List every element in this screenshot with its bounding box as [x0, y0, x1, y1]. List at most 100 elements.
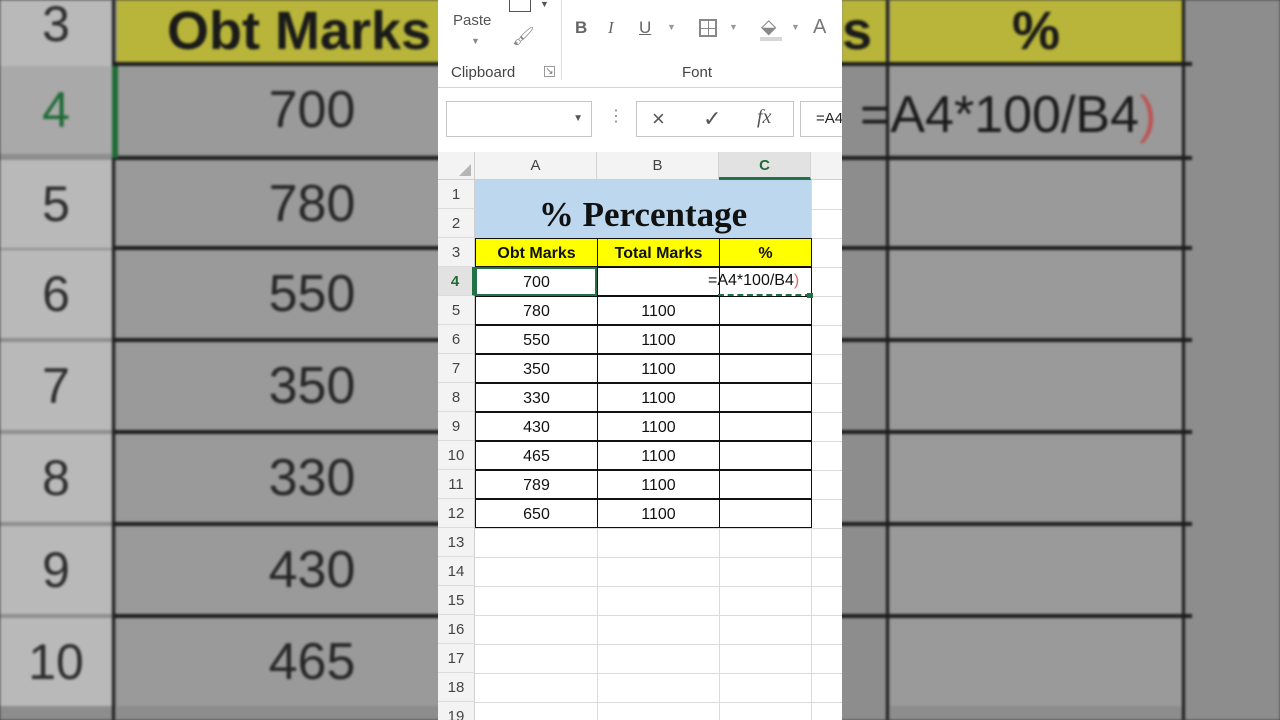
ribbon: Paste ▼ ▼ 🖌 Clipboard ↘ B I U ▼ ▼ ⬙ ▼ A …	[438, 0, 842, 88]
row-header[interactable]: 2	[438, 209, 475, 238]
table-cell[interactable]: 350	[475, 354, 598, 383]
table-cell[interactable]: 1100	[597, 383, 720, 412]
header-cell[interactable]: %	[719, 238, 812, 267]
row-header[interactable]: 6	[438, 325, 475, 354]
table-cell[interactable]: 1100	[597, 499, 720, 528]
paste-button[interactable]: Paste	[453, 12, 491, 29]
bg-cell-percent	[890, 160, 1182, 248]
row-header[interactable]: 16	[438, 615, 475, 644]
table-cell[interactable]: 1100	[597, 470, 720, 499]
row-header[interactable]: 3	[438, 238, 475, 267]
worksheet-grid[interactable]: A B C 1 2 3 4 5 6 7 8 9 10 11 12 13 14 15 16 17 18 19% Percen…	[438, 152, 842, 720]
grid-line	[475, 644, 842, 645]
row-header[interactable]: 12	[438, 499, 475, 528]
table-cell[interactable]	[719, 354, 812, 383]
reference-marquee	[718, 294, 811, 296]
sheet-title[interactable]: % Percentage	[475, 180, 811, 238]
table-cell[interactable]	[719, 296, 812, 325]
table-cell[interactable]: 330	[475, 383, 598, 412]
table-cell[interactable]: 1100	[597, 325, 720, 354]
table-cell[interactable]	[719, 412, 812, 441]
bold-button[interactable]: B	[575, 18, 587, 38]
table-cell[interactable]: 780	[475, 296, 598, 325]
paste-dropdown-icon[interactable]: ▼	[471, 36, 480, 46]
row-header[interactable]: 14	[438, 557, 475, 586]
row-header[interactable]: 8	[438, 383, 475, 412]
formula-bar-grip-icon[interactable]: ⋮	[608, 106, 624, 126]
header-cell[interactable]: Total Marks	[597, 238, 720, 267]
underline-dropdown-icon[interactable]: ▼	[667, 22, 676, 32]
table-cell[interactable]	[719, 325, 812, 354]
header-cell[interactable]: Obt Marks	[475, 238, 598, 267]
row-header[interactable]: 11	[438, 470, 475, 499]
table-cell[interactable]	[719, 499, 812, 528]
grid-line	[475, 557, 842, 558]
table-cell[interactable]: 1100	[597, 441, 720, 470]
row-header[interactable]: 7	[438, 354, 475, 383]
table-cell[interactable]	[719, 383, 812, 412]
row-header[interactable]: 18	[438, 673, 475, 702]
name-box-dropdown-icon[interactable]: ▼	[573, 113, 583, 124]
copy-dropdown-icon[interactable]: ▼	[540, 0, 549, 9]
bg-header-percent: %	[890, 0, 1182, 62]
column-header-d[interactable]	[811, 152, 842, 180]
bg-header-obt-marks: Obt Marks	[117, 0, 447, 62]
bg-cell-percent	[890, 526, 1182, 614]
table-cell[interactable]: 650	[475, 499, 598, 528]
bg-formula-text: =A4*100/B4)	[860, 85, 1156, 145]
cancel-icon[interactable]: ×	[652, 106, 665, 132]
borders-icon[interactable]	[699, 19, 717, 37]
row-header[interactable]: 9	[438, 412, 475, 441]
active-cell-border	[475, 267, 597, 296]
table-cell[interactable]: 789	[475, 470, 598, 499]
row-header[interactable]: 10	[438, 441, 475, 470]
fill-handle[interactable]	[807, 293, 813, 298]
clipboard-launcher-icon[interactable]: ↘	[544, 66, 555, 77]
row-header[interactable]: 13	[438, 528, 475, 557]
table-cell[interactable]: 550	[475, 325, 598, 354]
table-cell[interactable]: 430	[475, 412, 598, 441]
formula-input[interactable]: =A4*100/B4	[800, 101, 842, 137]
clipboard-group-label: Clipboard	[451, 64, 516, 81]
table-cell[interactable]	[719, 470, 812, 499]
italic-button[interactable]: I	[608, 18, 614, 38]
format-painter-icon[interactable]: 🖌	[512, 26, 535, 47]
copy-icon[interactable]	[509, 0, 531, 12]
table-cell[interactable]: 1100	[597, 354, 720, 383]
row-header[interactable]: 17	[438, 644, 475, 673]
row-header[interactable]: 5	[438, 296, 475, 325]
row-header[interactable]: 4	[438, 267, 475, 296]
underline-button[interactable]: U	[639, 18, 651, 38]
table-cell[interactable]	[597, 267, 720, 296]
bg-row-number: 5	[0, 160, 112, 248]
column-header-a[interactable]: A	[475, 152, 597, 180]
bg-formula-paren: )	[1139, 86, 1157, 144]
grid-line	[475, 615, 842, 616]
bg-row-number: 3	[0, 0, 112, 68]
enter-icon[interactable]: ✓	[703, 106, 721, 132]
select-all-button[interactable]	[438, 152, 475, 180]
name-box[interactable]: ▼	[446, 101, 592, 137]
row-header[interactable]: 1	[438, 180, 475, 209]
column-header-b[interactable]: B	[597, 152, 719, 180]
font-color-button[interactable]: A	[813, 16, 826, 39]
editing-cell[interactable]: =A4*100/B4)	[708, 266, 799, 296]
column-header-c[interactable]: C	[719, 152, 811, 180]
bg-row-number: 8	[0, 434, 112, 522]
bg-row-number: 6	[0, 250, 112, 338]
font-group-label: Font	[682, 64, 713, 81]
fill-color-icon[interactable]: ⬙	[761, 14, 776, 39]
bg-row-number: 9	[0, 526, 112, 614]
table-cell[interactable]	[719, 441, 812, 470]
fill-color-dropdown-icon[interactable]: ▼	[791, 22, 800, 32]
table-cell[interactable]: 465	[475, 441, 598, 470]
bg-header-total-marks-fragment: s	[842, 0, 887, 62]
insert-function-button[interactable]: fx	[757, 106, 771, 129]
select-all-icon	[459, 164, 471, 176]
borders-dropdown-icon[interactable]: ▼	[729, 22, 738, 32]
row-header[interactable]: 15	[438, 586, 475, 615]
row-header[interactable]: 19	[438, 702, 475, 720]
table-cell[interactable]: 1100	[597, 296, 720, 325]
table-cell[interactable]: 1100	[597, 412, 720, 441]
bg-cell-percent	[890, 618, 1182, 706]
